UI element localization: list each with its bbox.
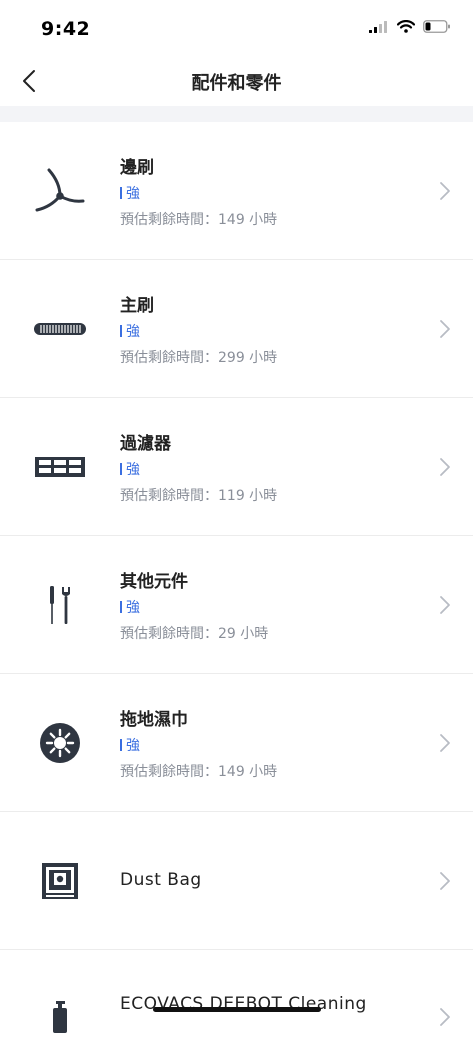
accessory-list: 邊刷 強 預估剩餘時間：149 小時 主刷 強 預估剩餘時間：299 小時 過濾… bbox=[0, 122, 473, 1033]
item-level: 強 bbox=[120, 597, 140, 617]
item-remaining: 預估剩餘時間：149 小時 bbox=[120, 764, 278, 780]
item-level-label: 強 bbox=[126, 600, 140, 616]
dust-bag-icon bbox=[32, 856, 88, 906]
chevron-right-icon bbox=[440, 1008, 450, 1026]
item-level: 強 bbox=[120, 459, 140, 479]
cleaning-solution-bottle-icon bbox=[32, 992, 88, 1042]
battery-icon bbox=[423, 20, 450, 33]
item-level-label: 強 bbox=[126, 324, 140, 340]
nav-bar: 配件和零件 bbox=[0, 56, 473, 106]
list-item-filter[interactable]: 過濾器 強 預估剩餘時間：119 小時 bbox=[0, 398, 473, 536]
main-brush-icon bbox=[32, 304, 88, 354]
chevron-right-icon bbox=[440, 734, 450, 752]
level-indicator bbox=[120, 325, 122, 337]
list-item-dust-bag[interactable]: Dust Bag bbox=[0, 812, 473, 950]
level-indicator bbox=[120, 187, 122, 199]
home-indicator[interactable] bbox=[153, 1007, 321, 1012]
list-item-mop-pad[interactable]: 拖地濕巾 強 預估剩餘時間：149 小時 bbox=[0, 674, 473, 812]
chevron-right-icon bbox=[440, 872, 450, 890]
filter-icon bbox=[32, 442, 88, 492]
mop-pad-icon bbox=[32, 718, 88, 768]
item-name: 其他元件 bbox=[120, 572, 188, 592]
section-divider bbox=[0, 106, 473, 122]
tools-icon bbox=[32, 580, 88, 630]
list-item-main-brush[interactable]: 主刷 強 預估剩餘時間：299 小時 bbox=[0, 260, 473, 398]
item-level-label: 強 bbox=[126, 738, 140, 754]
item-name: 過濾器 bbox=[120, 434, 171, 454]
chevron-right-icon bbox=[440, 320, 450, 338]
item-name: 主刷 bbox=[120, 296, 154, 316]
level-indicator bbox=[120, 739, 122, 751]
status-bar: 9:42 bbox=[0, 0, 473, 56]
level-indicator bbox=[120, 601, 122, 613]
list-item-side-brush[interactable]: 邊刷 強 預估剩餘時間：149 小時 bbox=[0, 122, 473, 260]
item-name: 拖地濕巾 bbox=[120, 710, 188, 730]
item-name: 邊刷 bbox=[120, 158, 154, 178]
cellular-signal-icon bbox=[369, 20, 387, 33]
item-level-label: 強 bbox=[126, 186, 140, 202]
item-remaining: 預估剩餘時間：299 小時 bbox=[120, 350, 278, 366]
item-remaining: 預估剩餘時間：29 小時 bbox=[120, 626, 269, 642]
level-indicator bbox=[120, 463, 122, 475]
wifi-icon bbox=[397, 20, 415, 33]
page-title: 配件和零件 bbox=[191, 73, 282, 94]
item-level: 強 bbox=[120, 735, 140, 755]
chevron-right-icon bbox=[440, 596, 450, 614]
side-brush-icon bbox=[32, 166, 88, 216]
item-remaining: 預估剩餘時間：149 小時 bbox=[120, 212, 278, 228]
chevron-right-icon bbox=[440, 182, 450, 200]
item-name: Dust Bag bbox=[120, 870, 202, 890]
status-time: 9:42 bbox=[41, 18, 91, 40]
item-level: 強 bbox=[120, 321, 140, 341]
item-level: 強 bbox=[120, 183, 140, 203]
item-remaining: 預估剩餘時間：119 小時 bbox=[120, 488, 278, 504]
chevron-right-icon bbox=[440, 458, 450, 476]
item-level-label: 強 bbox=[126, 462, 140, 478]
status-icons bbox=[369, 20, 451, 33]
list-item-other-components[interactable]: 其他元件 強 預估剩餘時間：29 小時 bbox=[0, 536, 473, 674]
